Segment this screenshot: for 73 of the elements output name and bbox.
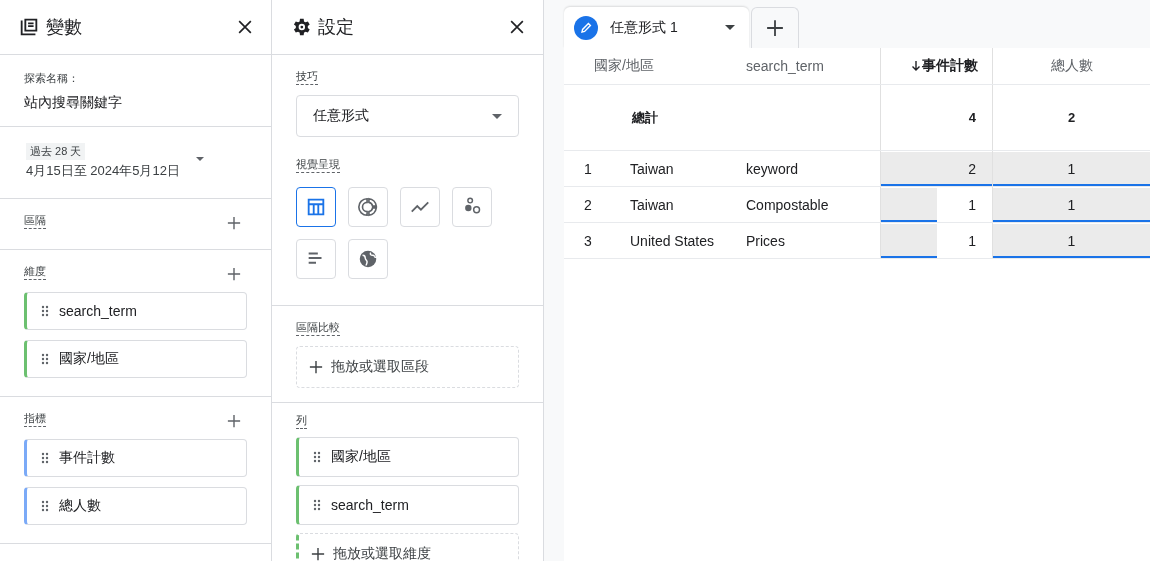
section-label: 視覺呈現 — [296, 157, 340, 173]
total-value: 4 — [968, 110, 976, 125]
add-icon[interactable] — [227, 267, 241, 281]
date-range[interactable]: 4月15日至 2024年5月12日 — [26, 162, 180, 180]
technique-dropdown[interactable]: 任意形式 — [296, 95, 519, 137]
add-icon — [311, 547, 325, 561]
add-icon[interactable] — [227, 216, 241, 230]
table-cell: 1 — [1067, 232, 1076, 249]
section-label: 技巧 — [296, 69, 318, 85]
drag-handle-icon[interactable] — [41, 500, 49, 512]
table-cell: 1 — [1067, 196, 1076, 213]
totals-label: 總計 — [632, 108, 658, 127]
list-icon — [18, 16, 40, 38]
section-label: 指標 — [24, 411, 46, 427]
total-value: 2 — [1067, 110, 1076, 125]
date-badge: 過去 28 天 — [26, 143, 86, 160]
sort-down-icon — [911, 60, 921, 72]
line-chart-button[interactable] — [400, 187, 440, 227]
scatter-chart-button[interactable] — [452, 187, 492, 227]
add-icon[interactable] — [227, 414, 241, 428]
table-cell: United States — [630, 232, 715, 249]
drag-handle-icon[interactable] — [41, 452, 49, 464]
table-cell: keyword — [746, 160, 799, 177]
section-label: 區隔 — [24, 213, 46, 229]
exploration-name[interactable]: 站內搜尋關鍵字 — [24, 94, 247, 112]
dropdown-icon[interactable] — [725, 25, 735, 30]
geo-chart-icon — [357, 248, 379, 270]
table-chart-icon — [305, 196, 327, 218]
dimension-chip[interactable]: search_term — [24, 292, 247, 330]
table-cell: 2 — [968, 160, 976, 177]
report-tab[interactable]: 任意形式 1 — [564, 7, 749, 48]
add-icon — [766, 19, 784, 37]
field-label: 探索名稱： — [24, 71, 80, 86]
panel-title: 變數 — [46, 16, 83, 39]
row-chip[interactable]: search_term — [296, 485, 519, 525]
table-cell: 1 — [968, 232, 976, 249]
drag-handle-icon[interactable] — [313, 451, 321, 463]
metric-chip[interactable]: 總人數 — [24, 487, 247, 525]
dropdown-icon[interactable] — [195, 156, 204, 161]
donut-chart-button[interactable] — [348, 187, 388, 227]
segment-drop-zone[interactable]: 拖放或選取區段 — [296, 346, 519, 388]
table-cell: Taiwan — [630, 160, 674, 177]
geo-chart-button[interactable] — [348, 239, 388, 279]
panel-title: 設定 — [318, 16, 355, 39]
table-chart-button[interactable] — [296, 187, 336, 227]
dropdown-icon — [492, 113, 502, 119]
add-tab-button[interactable] — [751, 7, 799, 48]
table-cell: Compostable — [746, 196, 829, 213]
bar-chart-button[interactable] — [296, 239, 336, 279]
column-header[interactable]: 事件計數 — [881, 48, 993, 84]
column-header[interactable]: 總人數 — [993, 48, 1150, 84]
section-label: 區隔比較 — [296, 320, 340, 336]
row-number: 1 — [584, 160, 592, 177]
table-cell: Prices — [746, 232, 785, 249]
metric-chip[interactable]: 事件計數 — [24, 439, 247, 477]
dimension-drop-zone[interactable]: 拖放或選取維度 — [296, 533, 519, 561]
column-header[interactable]: search_term — [738, 48, 881, 84]
row-chip[interactable]: 國家/地區 — [296, 437, 519, 477]
table-cell: Taiwan — [630, 196, 674, 213]
donut-chart-icon — [357, 196, 379, 218]
drag-handle-icon[interactable] — [41, 305, 49, 317]
column-header[interactable]: 國家/地區 — [594, 48, 738, 84]
edit-icon[interactable] — [574, 15, 598, 40]
row-number: 3 — [584, 232, 592, 249]
table-cell: 1 — [1067, 160, 1076, 177]
section-label: 維度 — [24, 264, 46, 280]
add-icon — [309, 360, 323, 374]
row-number: 2 — [584, 196, 592, 213]
table-cell: 1 — [968, 196, 976, 213]
section-label: 列 — [296, 413, 307, 429]
dimension-chip[interactable]: 國家/地區 — [24, 340, 247, 378]
drag-handle-icon[interactable] — [313, 499, 321, 511]
drag-handle-icon[interactable] — [41, 353, 49, 365]
